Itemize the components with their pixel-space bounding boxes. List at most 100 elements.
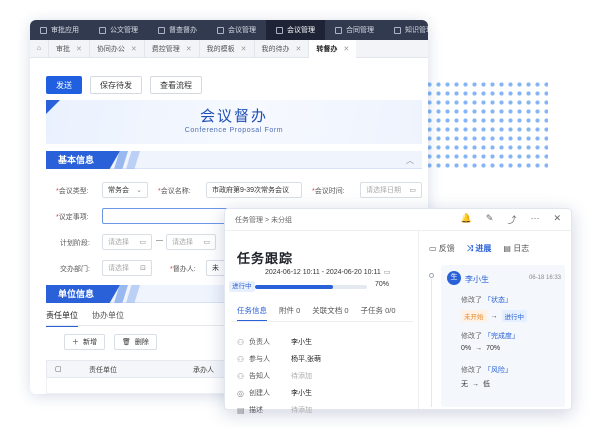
top-tab-meeting[interactable]: 会议管理 <box>207 20 266 40</box>
close-icon[interactable]: ✕ <box>553 213 561 226</box>
arrow-right-icon: → <box>475 345 483 352</box>
calendar-icon: ▭ <box>139 239 146 246</box>
top-navigation: 审批应用 公文管理 督查督办 会议管理 会议管理 合同管理 知识管理 <box>30 20 428 40</box>
info-value[interactable]: 待添加 <box>291 371 312 381</box>
status-badge: 进行中 <box>229 281 255 292</box>
label-text: 会议时间: <box>314 188 345 195</box>
sub-tab-label: 审批 <box>56 45 70 53</box>
sub-tab-label: 转督办 <box>316 45 338 53</box>
info-key: 负责人 <box>249 339 270 346</box>
plan-end-datepicker[interactable]: 请选择 ▭ <box>166 234 216 250</box>
task-detail-pane: 任务跟踪 2024-06-12 10:11 - 2024-06-20 10:11… <box>225 231 419 415</box>
tab-subtasks[interactable]: 子任务 0/0 <box>361 305 396 322</box>
info-value[interactable]: 杨平,张萌 <box>291 354 321 364</box>
sub-tab-approval[interactable]: 审批 ✕ <box>48 39 89 58</box>
tab-attachments[interactable]: 附件 0 <box>279 305 300 322</box>
calendar-icon[interactable]: ▭ <box>384 269 391 276</box>
close-icon[interactable]: ✕ <box>186 45 192 53</box>
top-tab-contracts[interactable]: 合同管理 <box>325 20 384 40</box>
top-tab-documents[interactable]: 公文管理 <box>89 20 148 40</box>
meeting-time-label: *会议时间: <box>312 188 345 195</box>
top-tab-knowledge[interactable]: 知识管理 <box>384 20 428 40</box>
panel-header-actions: 🔔 ✎ ⤴ ··· ✕ <box>461 213 561 226</box>
tab-task-info[interactable]: 任务信息 <box>237 305 267 322</box>
value-to: 70% <box>486 345 501 352</box>
meeting-name-label: *会议名称: <box>158 188 191 195</box>
meeting-type-select[interactable]: 常务会 ⌄ <box>102 182 148 198</box>
sub-tab-todo[interactable]: 我的待办 ✕ <box>253 39 309 58</box>
sub-tab-supervise[interactable]: 转督办 ✕ <box>308 39 357 58</box>
dept-select[interactable]: 请选择 ⊡ <box>102 260 152 276</box>
home-icon[interactable]: ⌂ <box>30 45 48 52</box>
more-icon[interactable]: ··· <box>530 213 539 226</box>
top-tab-meeting-active[interactable]: 会议管理 <box>266 20 325 40</box>
info-value[interactable]: 待添加 <box>291 405 312 415</box>
edit-icon[interactable]: ✎ <box>486 213 494 226</box>
info-key: 参与人 <box>249 356 270 363</box>
plan-start-datepicker[interactable]: 请选择 ▭ <box>102 234 152 250</box>
save-pending-button[interactable]: 保存待发 <box>90 76 142 94</box>
task-date-range: 2024-06-12 10:11 - 2024-06-20 10:11 ▭ <box>265 268 390 276</box>
view-flow-button[interactable]: 查看流程 <box>150 76 202 94</box>
breadcrumb[interactable]: 任务管理 > 未分组 <box>235 215 292 225</box>
meeting-name-field[interactable]: 市政府第9-39次常务会议 <box>206 182 302 198</box>
sub-tab-templates[interactable]: 我的模板 ✕ <box>198 39 254 58</box>
tab-linked-docs[interactable]: 关联文档 0 <box>312 305 348 322</box>
sub-tab-label: 我的待办 <box>261 45 290 53</box>
value-from: 无 <box>461 381 468 388</box>
tab-label: 进展 <box>475 244 492 253</box>
value-to: 低 <box>483 381 490 388</box>
status-tag-to: 进行中 <box>501 310 527 322</box>
label-text: 议定事项: <box>58 214 89 221</box>
top-tab-supervision[interactable]: 督查督办 <box>148 20 207 40</box>
change-line: 修改了 「完成度」 <box>461 331 519 341</box>
sub-tab-label: 我的模板 <box>206 45 235 53</box>
send-button[interactable]: 发送 <box>46 76 82 94</box>
top-tab-approval[interactable]: 审批应用 <box>30 20 89 40</box>
info-value[interactable]: 李小生 <box>291 337 312 347</box>
sub-tab-expense[interactable]: 费控管理 ✕ <box>143 39 199 58</box>
task-tracking-panel: 任务管理 > 未分组 🔔 ✎ ⤴ ··· ✕ 任务跟踪 2024-06-12 1… <box>224 208 572 415</box>
clipboard-icon: ▤ <box>503 244 514 253</box>
close-icon[interactable]: ✕ <box>76 45 82 53</box>
close-icon[interactable]: ✕ <box>131 45 137 53</box>
dept-label: 交办部门: <box>60 266 90 273</box>
value-from: 0% <box>461 345 472 352</box>
close-icon[interactable]: ✕ <box>241 45 247 53</box>
task-title: 任务跟踪 <box>237 251 294 266</box>
status-tag-from: 未开始 <box>461 310 487 322</box>
select-all-checkbox[interactable]: ▢ <box>55 365 62 373</box>
chevron-up-icon[interactable]: ︿ <box>406 155 414 166</box>
document-icon: ▤ <box>237 405 245 415</box>
bell-icon[interactable]: 🔔 <box>461 213 472 226</box>
close-icon[interactable]: ✕ <box>343 45 349 53</box>
share-icon[interactable]: ⤴ <box>507 213 516 226</box>
info-value: 李小生 <box>291 390 312 397</box>
add-row-button[interactable]: ＋ 新增 <box>64 334 105 350</box>
sub-tabs-bar: ⌂ 审批 ✕ 协同办公 ✕ 费控管理 ✕ 我的模板 ✕ 我的待办 ✕ 转督办 ✕ <box>30 39 428 58</box>
tab-feedback[interactable]: ▭ 反馈 <box>429 243 455 254</box>
change-prefix: 修改了 <box>461 367 482 374</box>
tab-progress[interactable]: ⤨ 进展 <box>467 243 492 254</box>
progress-log-card: 生 李小生 06-18 16:33 修改了 「状态」 未开始 → 进行中 修改了 「… <box>441 265 565 407</box>
top-tab-label: 公文管理 <box>110 27 138 34</box>
calendar-icon: ▭ <box>409 187 416 194</box>
calendar-icon: ▭ <box>203 239 210 246</box>
gear-icon <box>276 26 283 34</box>
delete-row-button[interactable]: 🗑 删除 <box>114 334 157 350</box>
sub-tab-collab[interactable]: 协同办公 ✕ <box>88 39 144 58</box>
meeting-time-datepicker[interactable]: 请选择日期 ▭ <box>360 182 422 198</box>
creator-icon: ◎ <box>237 388 244 398</box>
field-placeholder: 请选择 <box>108 265 129 272</box>
column-header: 承办人 <box>193 367 214 374</box>
top-tab-label: 知识管理 <box>405 27 428 34</box>
info-row-notify: ⚇ 告知人 待添加 <box>237 371 312 381</box>
info-key: 描述 <box>249 407 263 414</box>
change-field: 「状态」 <box>483 297 512 304</box>
document-icon <box>99 26 106 34</box>
top-tab-label: 会议管理 <box>287 27 315 34</box>
close-icon[interactable]: ✕ <box>296 45 302 53</box>
tab-log[interactable]: ▤ 日志 <box>503 243 529 254</box>
info-row-description: ▤ 描述 待添加 <box>237 405 312 415</box>
form-subtitle: Conference Proposal Form <box>184 127 284 134</box>
